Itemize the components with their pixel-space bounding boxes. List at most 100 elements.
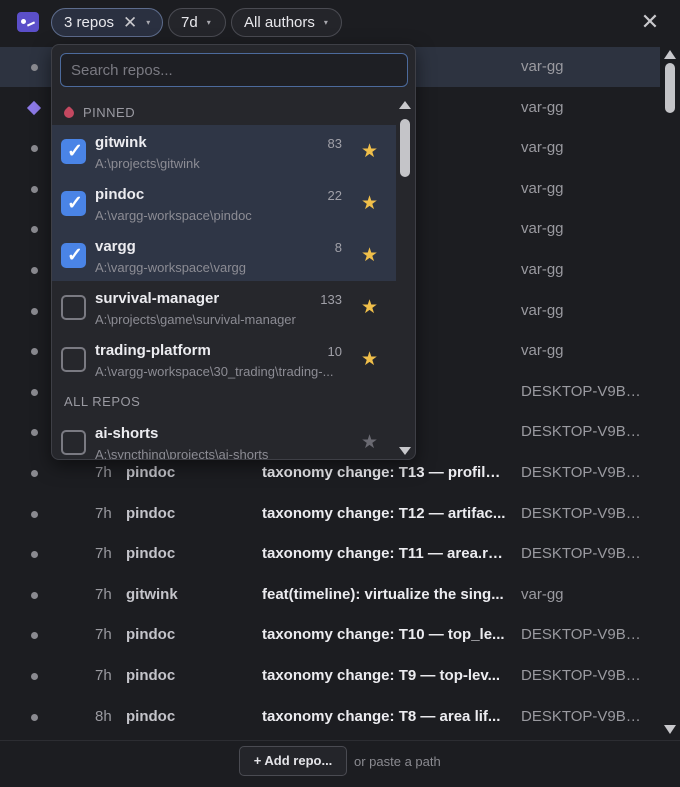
scroll-down-icon[interactable] — [664, 725, 676, 734]
star-icon[interactable]: ★ — [361, 348, 378, 371]
star-icon[interactable]: ★ — [361, 431, 378, 454]
commit-repo: pindoc — [126, 504, 176, 522]
repo-checkbox[interactable] — [61, 139, 86, 164]
commit-age: 7h — [95, 545, 112, 563]
repo-picker-popup: PINNED gitwink A:\projects\gitwink 83 ★ pind… — [51, 44, 416, 460]
list-scrollbar[interactable] — [662, 45, 678, 740]
dot-marker-icon — [31, 348, 38, 356]
commit-row[interactable]: 7h pindoc taxonomy change: T12 — artifac..… — [0, 494, 660, 534]
star-icon[interactable]: ★ — [361, 296, 378, 319]
commit-author: DESKTOP-V9B4G... — [521, 464, 646, 481]
scroll-up-icon[interactable] — [399, 101, 411, 109]
commit-row[interactable]: 7h gitwink feat(timeline): virtualize the … — [0, 575, 660, 615]
authors-filter-label: All authors — [244, 14, 315, 31]
dot-marker-icon — [31, 673, 38, 680]
close-icon[interactable]: ✕ — [640, 11, 660, 33]
repo-checkbox[interactable] — [61, 430, 86, 455]
authors-filter-chip[interactable]: All authors ▾ — [231, 8, 342, 37]
repo-name: gitwink — [95, 134, 147, 151]
commit-author: var-gg — [521, 301, 564, 319]
commit-repo: gitwink — [126, 585, 178, 603]
commit-author: var-gg — [521, 220, 564, 238]
commit-author: var-gg — [521, 179, 564, 197]
commit-author: DESKTOP-V9B4G... — [521, 707, 646, 725]
repo-path: A:\vargg-workspace\30_trading\trading-..… — [95, 364, 334, 379]
app-logo-icon — [17, 12, 39, 32]
commit-message: taxonomy change: T10 — top_le... — [262, 626, 505, 644]
commit-row[interactable]: 8h pindoc taxonomy change: T8 — area lif..… — [0, 697, 660, 737]
dot-marker-icon — [31, 429, 38, 437]
pinned-label: PINNED — [83, 105, 136, 120]
all-repos-label: ALL REPOS — [64, 394, 141, 409]
range-filter-label: 7d — [181, 14, 198, 31]
dot-marker-icon — [31, 388, 38, 396]
repo-checkbox[interactable] — [61, 295, 86, 320]
commit-repo: pindoc — [126, 707, 176, 725]
repo-commit-count: 83 — [327, 136, 342, 151]
scroll-up-icon[interactable] — [664, 50, 676, 59]
repo-path: A:\vargg-workspace\vargg — [95, 260, 247, 275]
commit-age: 7h — [95, 585, 112, 603]
pinned-section-header: PINNED — [61, 105, 136, 121]
commit-repo: pindoc — [126, 464, 176, 481]
star-icon[interactable]: ★ — [361, 244, 378, 267]
dot-marker-icon — [31, 145, 38, 153]
commit-author: DESKTOP-V9B4G... — [521, 504, 646, 522]
repo-checkbox[interactable] — [61, 243, 86, 268]
add-repo-button[interactable]: + Add repo... — [239, 746, 347, 776]
repo-checkbox[interactable] — [61, 347, 86, 372]
repo-option-trading-platform[interactable]: trading-platform A:\vargg-workspace\30_tr… — [52, 333, 396, 385]
star-icon[interactable]: ★ — [361, 192, 378, 215]
repos-filter-chip[interactable]: 3 repos ✕ ▾ — [51, 8, 163, 37]
repo-commit-count: 133 — [320, 292, 342, 307]
commit-age: 7h — [95, 626, 112, 644]
scroll-thumb[interactable] — [400, 119, 410, 177]
repo-commit-count: 8 — [334, 240, 342, 255]
popup-scrollbar[interactable] — [398, 97, 412, 459]
commit-repo: pindoc — [126, 545, 176, 563]
chevron-down-icon: ▾ — [146, 18, 151, 27]
repo-path: A:\syncthing\projects\ai-shorts — [95, 447, 269, 460]
commit-author: var-gg — [521, 585, 564, 603]
repo-option-pindoc[interactable]: pindoc A:\vargg-workspace\pindoc 22 ★ — [52, 177, 396, 229]
dot-marker-icon — [31, 591, 38, 599]
star-icon[interactable]: ★ — [361, 140, 378, 163]
dot-marker-icon — [31, 510, 38, 518]
commit-row[interactable]: 7h pindoc taxonomy change: T9 — top-lev...… — [0, 656, 660, 696]
repo-checkbox[interactable] — [61, 191, 86, 216]
commit-author: var-gg — [521, 261, 564, 278]
search-repos-input[interactable] — [60, 53, 408, 87]
repo-option-survival-manager[interactable]: survival-manager A:\projects\game\surviva… — [52, 281, 396, 333]
dot-marker-icon — [31, 551, 38, 559]
repos-filter-label: 3 repos — [64, 14, 115, 31]
dot-marker-icon — [31, 632, 38, 640]
top-bar: 3 repos ✕ ▾ 7d ▾ All authors ▾ ✕ — [0, 0, 680, 45]
commit-author: var-gg — [521, 342, 564, 360]
commit-row[interactable]: 7h pindoc taxonomy change: T10 — top_le...… — [0, 615, 660, 655]
repo-name: ai-shorts — [95, 425, 159, 442]
repo-option-vargg[interactable]: vargg A:\vargg-workspace\vargg 8 ★ — [52, 229, 396, 281]
commit-message: taxonomy change: T13 — profile.... — [262, 464, 507, 481]
commit-age: 7h — [95, 667, 112, 684]
diamond-marker-icon — [26, 100, 42, 115]
pin-icon — [61, 105, 77, 121]
repo-name: pindoc — [95, 186, 145, 203]
chevron-down-icon: ▾ — [323, 18, 328, 27]
commit-message: taxonomy change: T9 — top-lev... — [262, 667, 501, 684]
repo-option-ai-shorts[interactable]: ai-shorts A:\syncthing\projects\ai-shorts… — [52, 416, 396, 460]
commit-repo: pindoc — [126, 626, 176, 644]
commit-author: var-gg — [521, 98, 564, 116]
repo-commit-count: 10 — [327, 344, 342, 359]
repo-path: A:\vargg-workspace\pindoc — [95, 208, 252, 223]
repo-path: A:\projects\gitwink — [95, 156, 200, 171]
range-filter-chip[interactable]: 7d ▾ — [168, 8, 226, 37]
scroll-thumb[interactable] — [665, 63, 675, 113]
repo-name: survival-manager — [95, 290, 220, 307]
commit-author: DESKTOP-V9B4G... — [521, 667, 646, 684]
commit-age: 7h — [95, 464, 112, 481]
repo-option-gitwink[interactable]: gitwink A:\projects\gitwink 83 ★ — [52, 125, 396, 177]
commit-repo: pindoc — [126, 667, 176, 684]
scroll-down-icon[interactable] — [399, 447, 411, 455]
commit-row[interactable]: 7h pindoc taxonomy change: T11 — area.re..… — [0, 534, 660, 574]
clear-repos-icon[interactable]: ✕ — [123, 13, 137, 33]
